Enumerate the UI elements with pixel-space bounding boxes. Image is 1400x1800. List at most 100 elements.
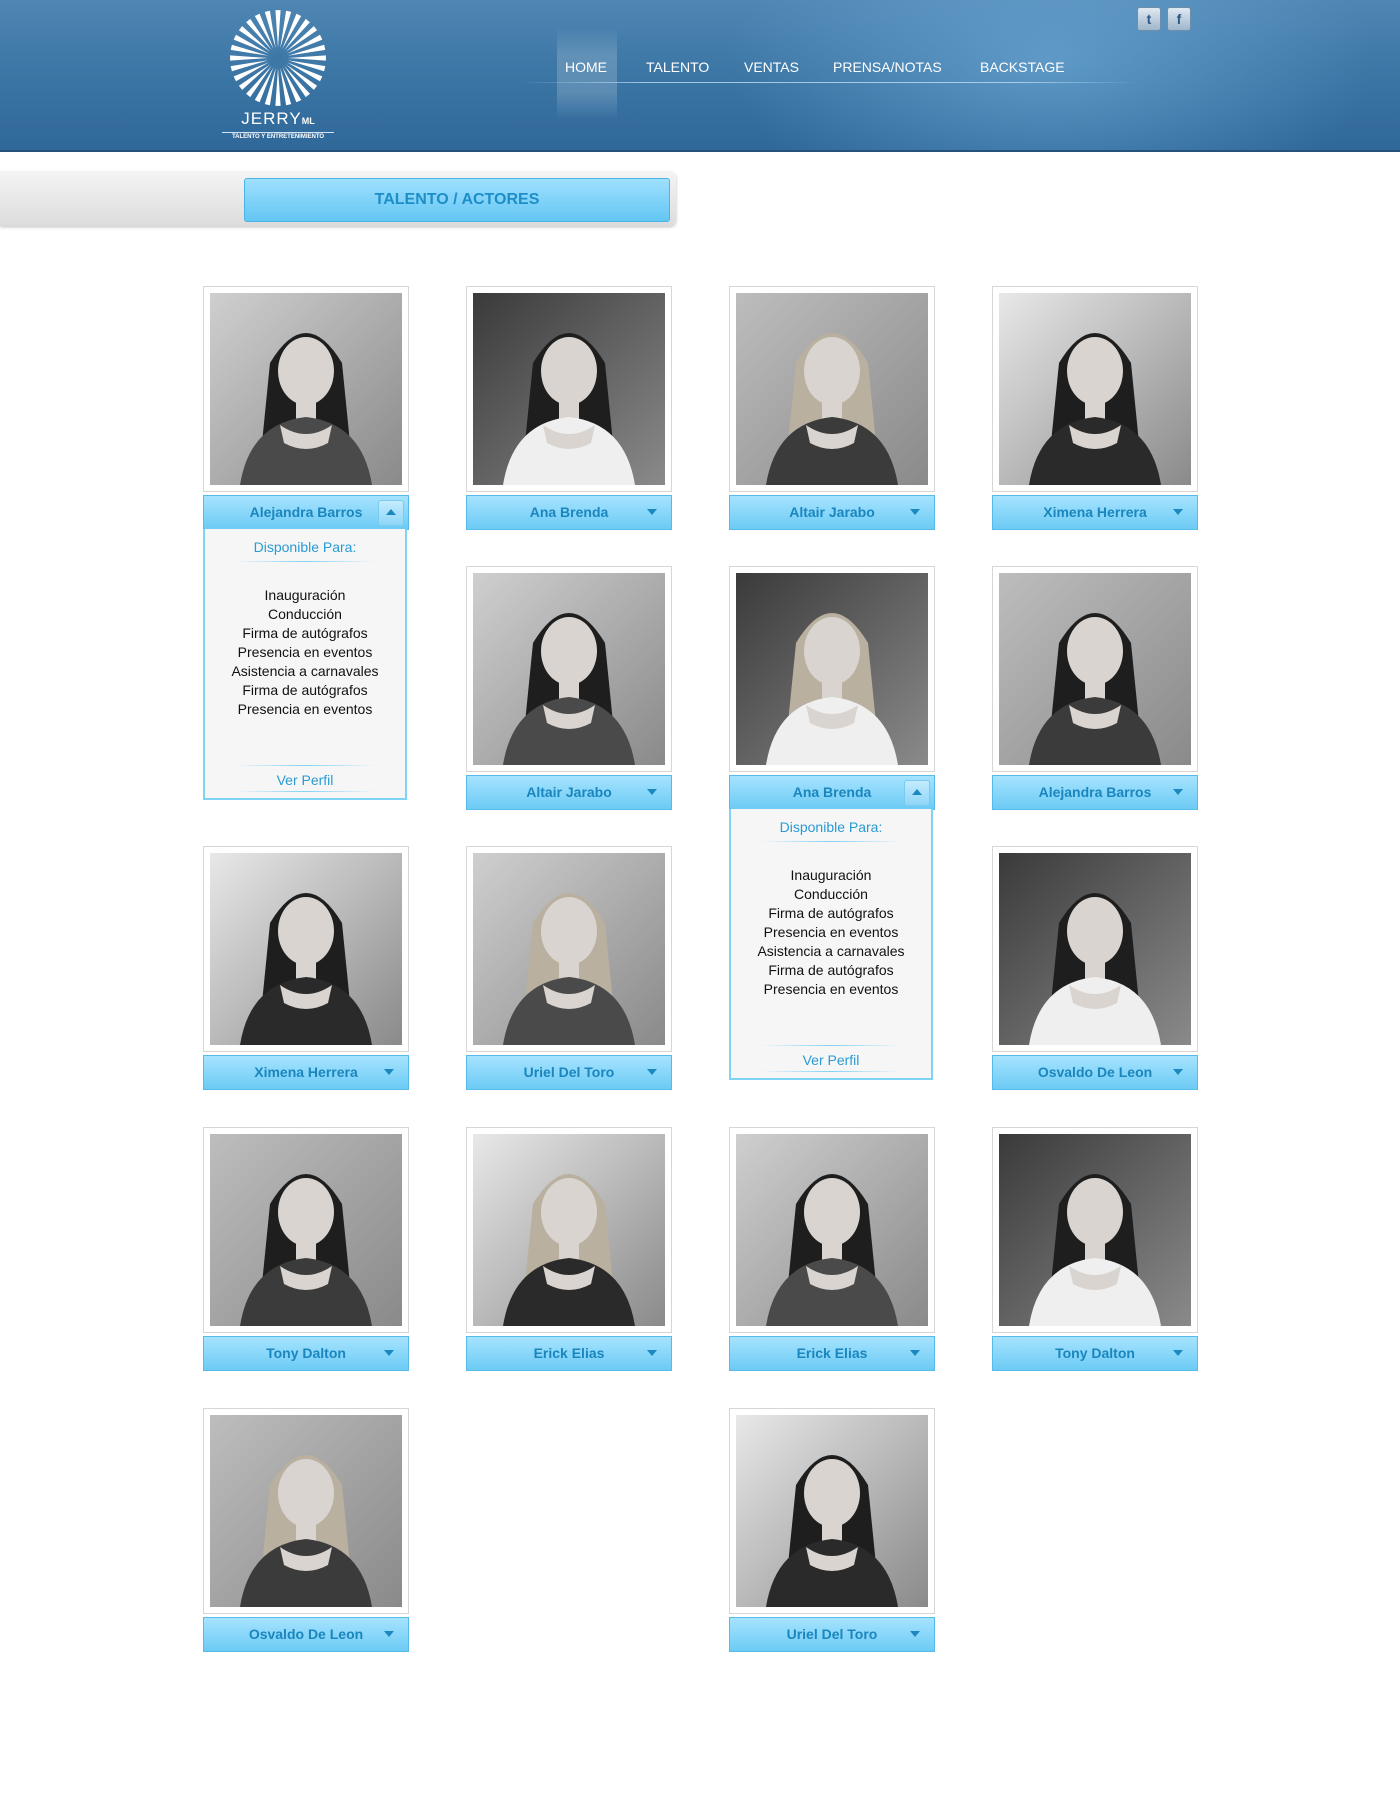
photo-frame[interactable] (466, 846, 672, 1052)
portrait-image (473, 853, 665, 1045)
service-item: Asistencia a carnavales (231, 663, 379, 679)
photo-frame[interactable] (466, 566, 672, 772)
talent-name-toggle[interactable]: Ximena Herrera (203, 1055, 409, 1090)
talent-name-toggle[interactable]: Tony Dalton (992, 1336, 1198, 1371)
service-item: Inauguración (790, 867, 872, 883)
talent-photo[interactable] (999, 1134, 1191, 1326)
chevron-down-icon[interactable] (384, 1350, 394, 1356)
talent-photo[interactable] (473, 1134, 665, 1326)
talent-photo[interactable] (736, 1415, 928, 1607)
chevron-down-icon[interactable] (1173, 509, 1183, 515)
site-header: JERRYML TALENTO Y ENTRETENIMIENTO HOME T… (0, 0, 1400, 152)
talent-name-toggle[interactable]: Ximena Herrera (992, 495, 1198, 530)
talent-name-toggle[interactable]: Erick Elias (729, 1336, 935, 1371)
service-item: Presencia en eventos (763, 924, 899, 940)
photo-frame[interactable] (992, 1127, 1198, 1333)
photo-frame[interactable] (992, 286, 1198, 492)
nav-prensa-notas[interactable]: PRENSA/NOTAS (833, 59, 942, 75)
talent-name-toggle[interactable]: Ana Brenda (466, 495, 672, 530)
talent-photo[interactable] (999, 573, 1191, 765)
talent-photo[interactable] (210, 293, 402, 485)
chevron-down-icon[interactable] (647, 509, 657, 515)
talent-name-toggle[interactable]: Osvaldo De Leon (203, 1617, 409, 1652)
photo-frame[interactable] (203, 1127, 409, 1333)
chevron-down-icon[interactable] (384, 1631, 394, 1637)
photo-frame[interactable] (729, 286, 935, 492)
brand-logo[interactable]: JERRYML TALENTO Y ENTRETENIMIENTO (218, 6, 338, 146)
talent-name-toggle[interactable]: Erick Elias (466, 1336, 672, 1371)
service-item: Presencia en eventos (237, 644, 373, 660)
talent-photo[interactable] (999, 293, 1191, 485)
collapse-button[interactable] (904, 780, 930, 806)
talent-name-toggle[interactable]: Tony Dalton (203, 1336, 409, 1371)
services-list: Inauguración Conducción Firma de autógrafo… (205, 586, 405, 719)
talent-photo[interactable] (999, 853, 1191, 1045)
chevron-down-icon[interactable] (910, 1350, 920, 1356)
talent-name-toggle[interactable]: Osvaldo De Leon (992, 1055, 1198, 1090)
talent-name-toggle[interactable]: Altair Jarabo (466, 775, 672, 810)
service-item: Asistencia a carnavales (757, 943, 905, 959)
chevron-down-icon[interactable] (384, 1069, 394, 1075)
brand-tagline: TALENTO Y ENTRETENIMIENTO (231, 134, 325, 140)
portrait-image (473, 573, 665, 765)
talent-photo[interactable] (736, 573, 928, 765)
talent-name-toggle[interactable]: Altair Jarabo (729, 495, 935, 530)
portrait-image (736, 1415, 928, 1607)
talent-photo[interactable] (210, 853, 402, 1045)
photo-frame[interactable] (992, 846, 1198, 1052)
chevron-down-icon[interactable] (647, 789, 657, 795)
photo-frame[interactable] (729, 566, 935, 772)
chevron-up-icon (912, 789, 922, 795)
nav-talento[interactable]: TALENTO (646, 59, 709, 75)
talent-photo[interactable] (473, 293, 665, 485)
photo-frame[interactable] (203, 1408, 409, 1614)
twitter-icon[interactable]: t (1137, 7, 1161, 31)
talent-name-toggle[interactable]: Alejandra Barros (992, 775, 1198, 810)
panel-divider (761, 1071, 901, 1072)
photo-frame[interactable] (466, 286, 672, 492)
photo-frame[interactable] (203, 286, 409, 492)
availability-title: Disponible Para: (779, 819, 883, 835)
portrait-image (736, 1134, 928, 1326)
portrait-image (210, 1415, 402, 1607)
talent-photo[interactable] (473, 573, 665, 765)
chevron-down-icon[interactable] (1173, 1069, 1183, 1075)
view-profile-link[interactable]: Ver Perfil (731, 1052, 931, 1068)
chevron-down-icon[interactable] (647, 1350, 657, 1356)
nav-home[interactable]: HOME (565, 59, 607, 75)
service-item: Conducción (268, 606, 342, 622)
collapse-button[interactable] (378, 500, 404, 526)
talent-photo[interactable] (210, 1134, 402, 1326)
nav-ventas[interactable]: VENTAS (744, 59, 799, 75)
portrait-image (210, 1134, 402, 1326)
talent-name-toggle[interactable]: Ana Brenda (729, 775, 935, 810)
sunburst-logo-icon (230, 10, 326, 106)
talent-name-toggle[interactable]: Uriel Del Toro (729, 1617, 935, 1652)
chevron-down-icon[interactable] (910, 509, 920, 515)
nav-backstage[interactable]: BACKSTAGE (980, 59, 1065, 75)
photo-frame[interactable] (203, 846, 409, 1052)
talent-name-toggle[interactable]: Uriel Del Toro (466, 1055, 672, 1090)
photo-frame[interactable] (729, 1408, 935, 1614)
panel-divider (761, 841, 901, 842)
portrait-image (210, 853, 402, 1045)
chevron-down-icon[interactable] (1173, 1350, 1183, 1356)
panel-divider (235, 791, 375, 792)
talent-name: Erick Elias (533, 1345, 605, 1361)
portrait-image (473, 293, 665, 485)
talent-photo[interactable] (736, 1134, 928, 1326)
chevron-down-icon[interactable] (910, 1631, 920, 1637)
service-item: Inauguración (264, 587, 346, 603)
talent-photo[interactable] (736, 293, 928, 485)
talent-photo[interactable] (473, 853, 665, 1045)
talent-photo[interactable] (210, 1415, 402, 1607)
talent-name: Osvaldo De Leon (248, 1626, 364, 1642)
photo-frame[interactable] (729, 1127, 935, 1333)
photo-frame[interactable] (992, 566, 1198, 772)
photo-frame[interactable] (466, 1127, 672, 1333)
chevron-down-icon[interactable] (647, 1069, 657, 1075)
facebook-icon[interactable]: f (1167, 7, 1191, 31)
view-profile-link[interactable]: Ver Perfil (205, 772, 405, 788)
chevron-down-icon[interactable] (1173, 789, 1183, 795)
talent-name-toggle[interactable]: Alejandra Barros (203, 495, 409, 530)
